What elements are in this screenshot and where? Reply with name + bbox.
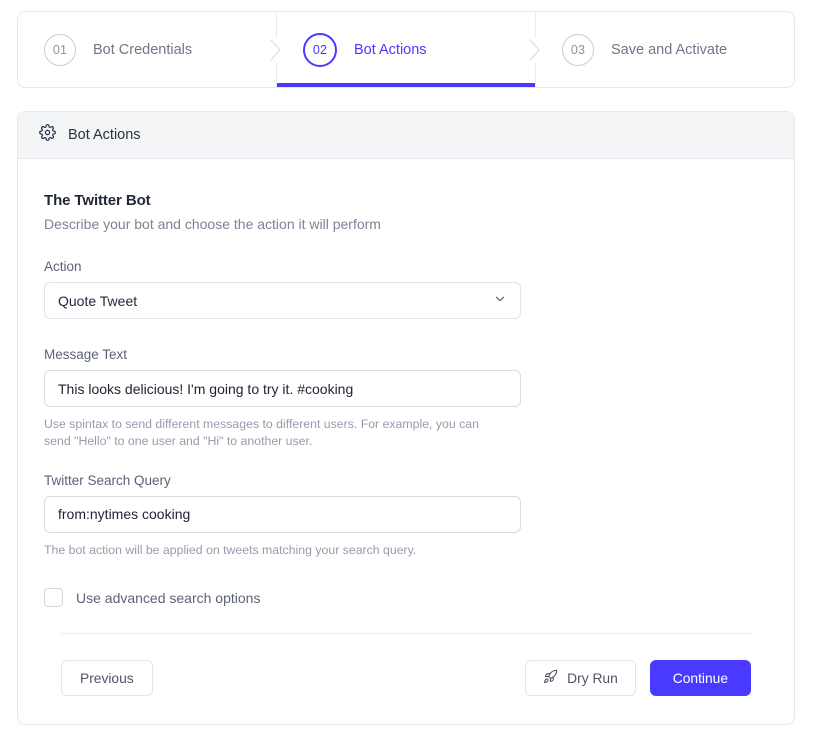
panel-header: Bot Actions — [18, 112, 794, 159]
footer-actions: Dry Run Continue — [525, 660, 751, 696]
step-label: Bot Actions — [354, 41, 427, 58]
step-label: Save and Activate — [611, 41, 728, 58]
search-query-label: Twitter Search Query — [44, 472, 171, 488]
advanced-search-label: Use advanced search options — [76, 589, 261, 606]
step-number-badge: 01 — [44, 33, 76, 66]
panel-body: The Twitter Bot Describe your bot and ch… — [18, 159, 794, 608]
chevron-right-icon — [526, 36, 544, 63]
message-text-label: Message Text — [44, 347, 128, 362]
step-number-badge: 03 — [562, 33, 594, 66]
rocket-icon — [543, 669, 558, 687]
continue-button[interactable]: Continue — [649, 660, 751, 696]
panel-footer: Previous Dry Run Continue — [61, 660, 751, 696]
step-bot-credentials[interactable]: 01 Bot Credentials — [18, 12, 276, 87]
dry-run-label: Dry Run — [567, 670, 618, 686]
advanced-search-checkbox-row[interactable]: Use advanced search options — [44, 588, 261, 608]
step-save-and-activate[interactable]: 03 Save and Activate — [526, 12, 794, 87]
message-text-input[interactable]: This looks delicious! I'm going to try i… — [44, 370, 521, 407]
action-selected-value: Quote Tweet — [58, 292, 138, 309]
form-title: The Twitter Bot — [44, 192, 151, 209]
bot-actions-panel: Bot Actions The Twitter Bot Describe you… — [17, 111, 795, 725]
step-bot-actions[interactable]: 02 Bot Actions — [267, 12, 535, 87]
chevron-right-icon — [267, 36, 285, 63]
gear-icon — [39, 124, 56, 146]
wizard-stepper: 01 Bot Credentials 02 Bot Actions 03 Sav… — [17, 11, 795, 88]
panel-header-title: Bot Actions — [68, 127, 141, 143]
previous-button[interactable]: Previous — [61, 660, 153, 696]
message-text-help: Use spintax to send different messages t… — [44, 417, 479, 449]
search-query-value: from:nytimes cooking — [58, 506, 191, 523]
step-label: Bot Credentials — [93, 41, 193, 58]
search-query-help: The bot action will be applied on tweets… — [44, 542, 417, 557]
footer-divider — [61, 633, 751, 634]
search-query-input[interactable]: from:nytimes cooking — [44, 495, 521, 533]
dry-run-button[interactable]: Dry Run — [525, 660, 636, 696]
chevron-down-icon — [493, 292, 507, 309]
message-text-value: This looks delicious! I'm going to try i… — [58, 380, 354, 397]
advanced-search-checkbox[interactable] — [44, 588, 63, 608]
step-number-badge: 02 — [303, 32, 337, 67]
action-label: Action — [44, 259, 82, 274]
form-subtitle: Describe your bot and choose the action … — [44, 216, 381, 232]
action-select[interactable]: Quote Tweet — [44, 282, 521, 319]
